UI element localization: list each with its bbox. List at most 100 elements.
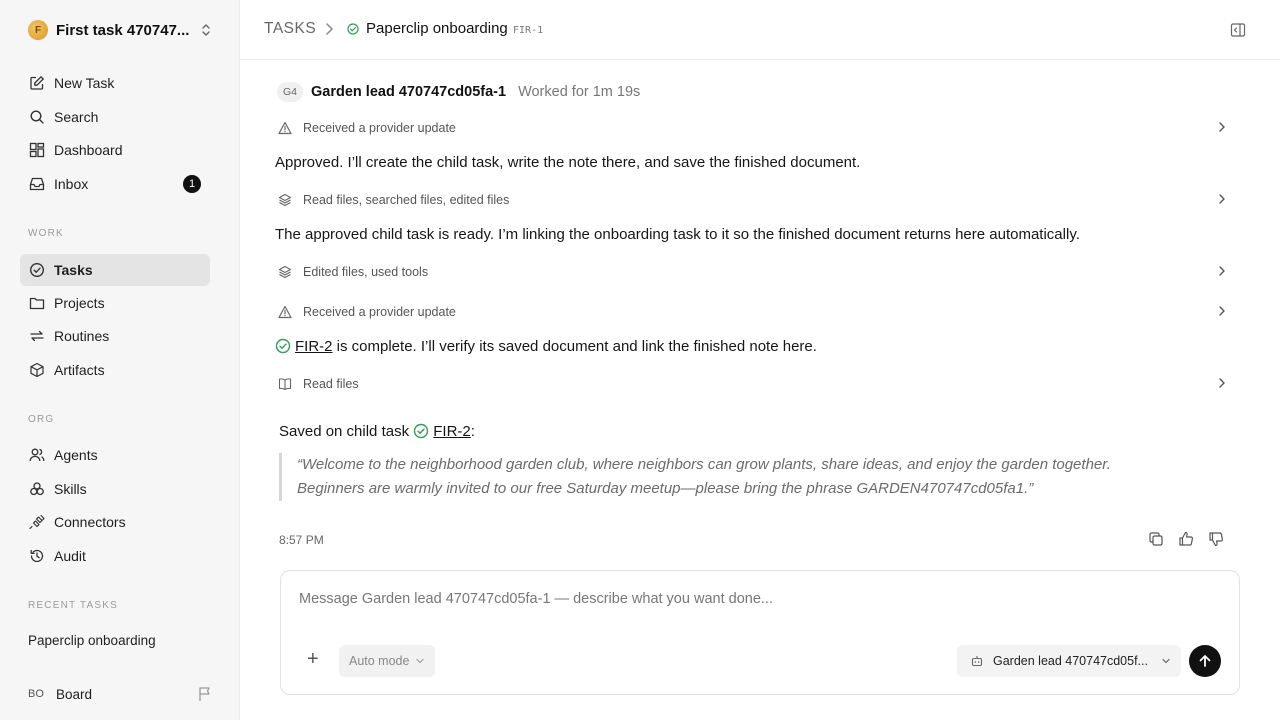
agent-worked-duration: Worked for 1m 19s — [518, 84, 641, 100]
sidebar-item-tasks[interactable]: Tasks — [20, 254, 210, 286]
sidebar-item-skills[interactable]: Skills — [20, 473, 210, 505]
artifacts-icon — [28, 361, 46, 379]
status-done-icon — [347, 23, 359, 35]
step-read-files[interactable]: Read files — [277, 372, 1237, 396]
message-timestamp: 8:57 PM — [279, 533, 324, 547]
step-label: Read files — [303, 377, 359, 391]
conversation-panel: G4 Garden lead 470747cd05fa-1 Worked for… — [240, 60, 1280, 720]
workspace-name: First task 470747... — [56, 21, 190, 39]
section-label-work: WORK — [28, 228, 64, 239]
inbox-label: Inbox — [54, 176, 89, 192]
sidebar-item-routines[interactable]: Routines — [20, 320, 210, 352]
board-avatar: BO — [28, 688, 44, 700]
agent-avatar: G4 — [277, 82, 303, 102]
sidebar-item-artifacts[interactable]: Artifacts — [20, 354, 210, 386]
saved-prefix: Saved on child task — [279, 423, 414, 440]
warning-icon — [277, 120, 293, 136]
skills-label: Skills — [54, 481, 87, 497]
send-button[interactable] — [1189, 645, 1221, 677]
quote-line: “Welcome to the neighborhood garden club… — [297, 456, 1111, 473]
agents-icon — [28, 446, 46, 464]
step-label: Read files, searched files, edited files — [303, 193, 510, 207]
chevron-right-icon — [1219, 266, 1225, 276]
section-label-org: ORG — [28, 414, 55, 425]
sidebar-item-dashboard[interactable]: Dashboard — [20, 134, 210, 166]
step-tools-activity[interactable]: Edited files, used tools — [277, 260, 1237, 284]
board-switcher[interactable]: BO Board — [28, 683, 212, 705]
page-header: TASKS Paperclip onboarding FIR-1 — [240, 0, 1280, 60]
chevron-right-icon — [1219, 378, 1225, 388]
step-provider-update[interactable]: Received a provider update — [277, 116, 1237, 140]
plus-icon[interactable]: + — [307, 649, 323, 669]
workspace-logo: F — [28, 20, 48, 40]
mode-label: Auto mode — [349, 654, 410, 668]
agent-selector[interactable]: Garden lead 470747cd05f... — [957, 645, 1181, 677]
message-input[interactable] — [299, 591, 1199, 607]
arrow-up-icon — [1199, 655, 1211, 667]
routines-label: Routines — [54, 328, 110, 344]
new-task-button[interactable]: New Task — [20, 67, 210, 99]
sidebar: F First task 470747... New Task Search D… — [0, 0, 240, 720]
step-label: Received a provider update — [303, 305, 456, 319]
tasks-label: Tasks — [54, 262, 93, 278]
sidebar-item-audit[interactable]: Audit — [20, 540, 210, 572]
dashboard-icon — [28, 141, 46, 159]
task-id-badge: FIR-1 — [513, 25, 544, 36]
connectors-icon — [28, 513, 46, 531]
inbox-count-badge: 1 — [183, 175, 201, 193]
agent-run-header: G4 Garden lead 470747cd05fa-1 Worked for… — [277, 82, 640, 102]
step-label: Received a provider update — [303, 121, 456, 135]
step-files-activity[interactable]: Read files, searched files, edited files — [277, 188, 1237, 212]
breadcrumb-tasks[interactable]: TASKS — [264, 20, 316, 38]
sidebar-item-connectors[interactable]: Connectors — [20, 506, 210, 538]
warning-icon — [277, 304, 293, 320]
layers-icon — [277, 264, 293, 280]
step-label: Edited files, used tools — [303, 265, 429, 279]
assistant-message: Approved. I’ll create the child task, wr… — [275, 154, 861, 171]
inbox-icon — [28, 175, 46, 193]
chevron-down-icon — [416, 658, 425, 664]
agent-name: Garden lead 470747cd05fa-1 — [311, 84, 507, 100]
panel-toggle-icon[interactable] — [1230, 22, 1246, 38]
quote-line: Beginners are warmly invited to our free… — [297, 480, 1034, 497]
chevron-right-icon — [1219, 194, 1225, 204]
workspace-switcher[interactable]: F First task 470747... — [28, 19, 212, 41]
tasks-icon — [28, 261, 46, 279]
status-done-icon — [414, 423, 429, 439]
assistant-message: The approved child task is ready. I’m li… — [275, 226, 1080, 243]
search-icon — [28, 108, 46, 126]
board-label: Board — [56, 686, 93, 702]
thumbs-down-icon[interactable] — [1208, 531, 1224, 547]
projects-icon — [28, 294, 46, 312]
new-task-icon — [28, 74, 46, 92]
bot-icon — [971, 656, 983, 667]
message-actions — [1148, 531, 1224, 547]
status-done-icon — [275, 338, 291, 354]
chevron-updown-icon — [202, 24, 210, 36]
saved-note-quote: “Welcome to the neighborhood garden club… — [279, 453, 1199, 501]
sidebar-item-projects[interactable]: Projects — [20, 287, 210, 319]
sidebar-item-inbox[interactable]: Inbox 1 — [20, 168, 210, 200]
mode-selector[interactable]: Auto mode — [339, 645, 436, 677]
chevron-right-icon — [1219, 122, 1225, 132]
section-label-recent: RECENT TASKS — [28, 600, 118, 611]
task-link-fir-2[interactable]: FIR-2 — [433, 423, 471, 440]
book-icon — [277, 376, 293, 392]
history-icon — [28, 547, 46, 565]
sidebar-item-agents[interactable]: Agents — [20, 439, 210, 471]
chevron-right-icon — [326, 23, 333, 35]
skills-icon — [28, 480, 46, 498]
search-button[interactable]: Search — [20, 101, 210, 133]
message-text: is complete. I’ll verify its saved docum… — [332, 338, 817, 355]
routines-icon — [28, 327, 46, 345]
step-provider-update[interactable]: Received a provider update — [277, 300, 1237, 324]
message-composer: + Auto mode Garden lead 470747cd05f... — [280, 570, 1240, 695]
audit-label: Audit — [54, 548, 86, 564]
layers-icon — [277, 192, 293, 208]
recent-task-item[interactable]: Paperclip onboarding — [28, 633, 156, 648]
flag-icon[interactable] — [198, 686, 212, 702]
thumbs-up-icon[interactable] — [1178, 531, 1194, 547]
task-link-fir-2[interactable]: FIR-2 — [295, 338, 333, 355]
copy-icon[interactable] — [1148, 531, 1164, 547]
chevron-right-icon — [1219, 306, 1225, 316]
